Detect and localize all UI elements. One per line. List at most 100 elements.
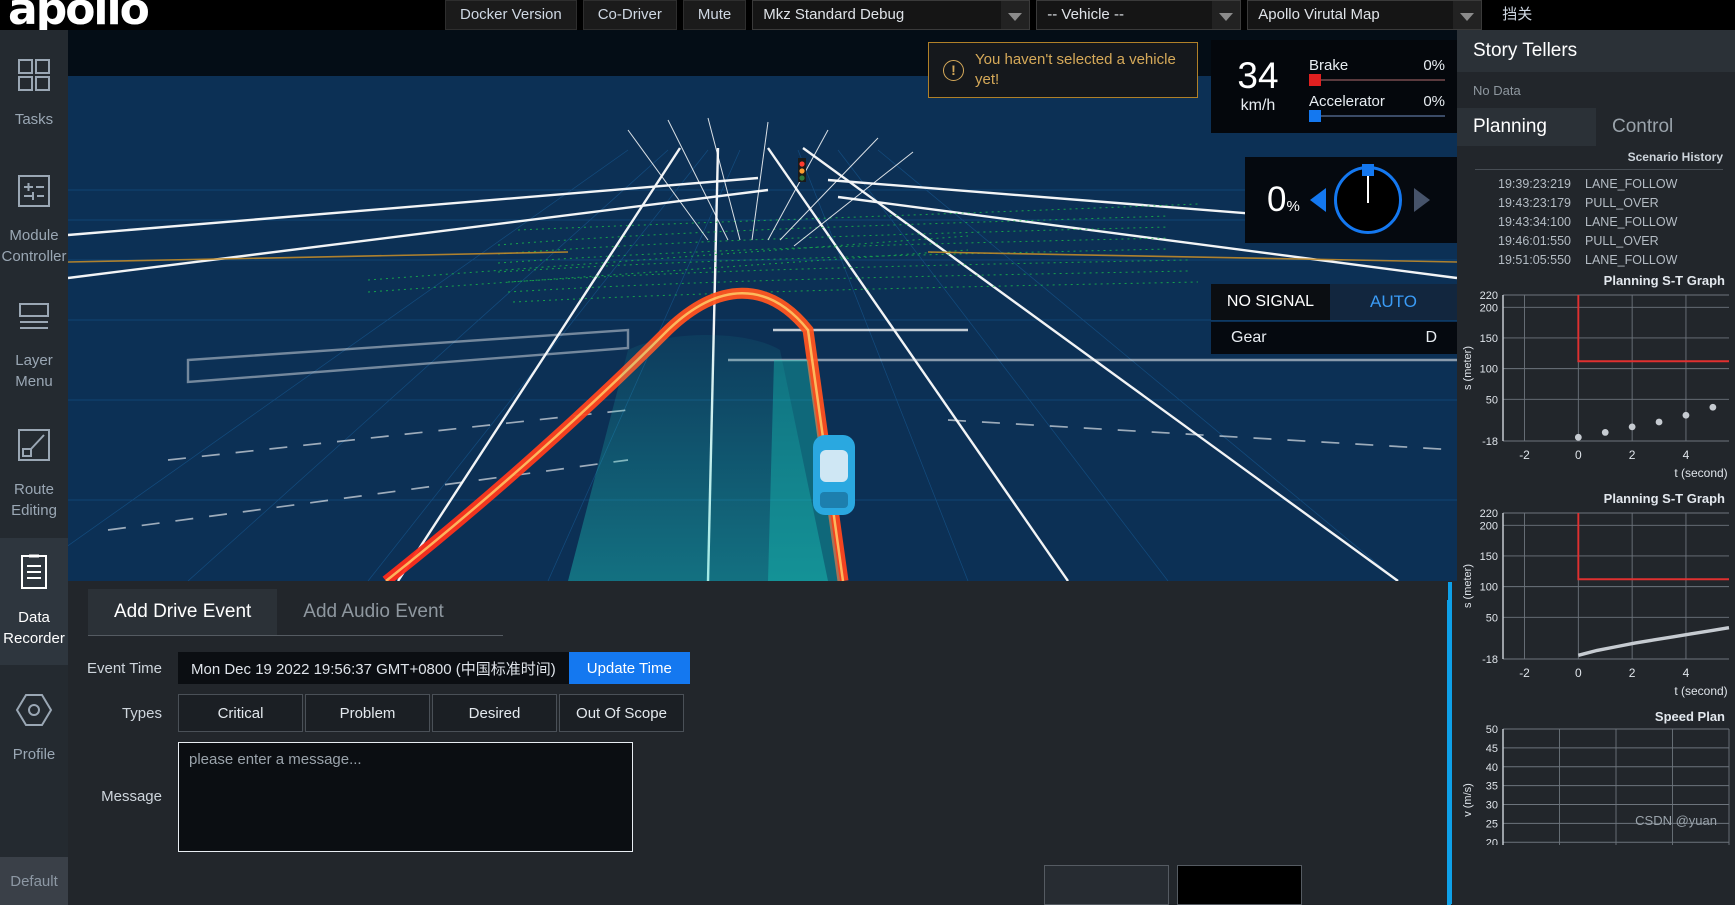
speed-plan-chart[interactable]: Speed Plan 20 25 30 35 40 45 50 v (m/s) CSDN @y…: [1457, 705, 1735, 850]
sidebar-footer-default[interactable]: Default: [0, 857, 68, 905]
svg-text:2: 2: [1629, 666, 1636, 680]
svg-text:4: 4: [1683, 666, 1690, 680]
speed-value: 34: [1237, 55, 1279, 97]
event-tabs: Add Drive Event Add Audio Event: [88, 589, 503, 636]
scenario-time: 19:43:23:179: [1498, 195, 1571, 210]
svg-text:220: 220: [1480, 508, 1498, 520]
svg-text:50: 50: [1486, 724, 1498, 736]
gear-row: Gear D: [1211, 322, 1457, 354]
chart-title: Planning S-T Graph: [1603, 491, 1725, 506]
tab-planning[interactable]: Planning: [1457, 108, 1596, 146]
chart-title: Speed Plan: [1654, 709, 1725, 724]
chart-title: Planning S-T Graph: [1603, 273, 1725, 288]
scenario-name: LANE_FOLLOW: [1585, 176, 1678, 191]
vehicle-select-value: -- Vehicle --: [1047, 6, 1124, 23]
type-option-out-of-scope[interactable]: Out Of Scope: [559, 694, 684, 732]
story-tellers-title: Story Tellers: [1457, 30, 1735, 72]
map-select-value: Apollo Virutal Map: [1258, 6, 1380, 23]
svg-text:-2: -2: [1519, 666, 1530, 680]
svg-text:t (second): t (second): [1674, 466, 1727, 480]
ego-vehicle: [813, 435, 855, 515]
gear-label: Gear: [1231, 329, 1267, 346]
signal-mode-row: NO SIGNAL AUTO: [1211, 284, 1457, 320]
panel-divider-scrollbar[interactable]: [1447, 600, 1451, 905]
scenario-time: 19:39:23:219: [1498, 176, 1571, 191]
pedal-indicators: Brake 0% Accelerator 0%: [1293, 56, 1445, 122]
svg-text:200: 200: [1480, 302, 1498, 314]
co-driver-button[interactable]: Co-Driver: [582, 0, 677, 30]
svg-text:0: 0: [1575, 448, 1582, 462]
scenario-time: 19:46:01:550: [1498, 233, 1571, 248]
tab-add-audio-event[interactable]: Add Audio Event: [277, 589, 470, 635]
data-recorder-panel: Add Drive Event Add Audio Event Event Ti…: [68, 581, 1457, 905]
sidebar-item-tasks[interactable]: Tasks: [0, 30, 68, 157]
accelerator-value: 0%: [1423, 92, 1445, 110]
monitor-tabs: Planning Control: [1457, 108, 1735, 146]
dashboard-panel: 34 km/h Brake 0% Accelerator 0%: [1211, 40, 1457, 133]
chevron-down-icon[interactable]: [1001, 1, 1030, 29]
svg-text:100: 100: [1480, 582, 1498, 594]
vehicle-warning-notification[interactable]: ! You haven't selected a vehicle yet!: [928, 42, 1198, 98]
trailing-label[interactable]: 挡关: [1488, 0, 1546, 30]
chevron-down-icon[interactable]: [1212, 1, 1241, 29]
vehicle-select[interactable]: -- Vehicle --: [1036, 0, 1242, 30]
sidebar-item-label: Data Recorder: [3, 608, 65, 648]
clipboard-icon: [16, 553, 52, 598]
event-time-value[interactable]: Mon Dec 19 2022 19:56:37 GMT+0800 (中国标准时…: [178, 652, 569, 684]
svg-text:25: 25: [1486, 818, 1498, 830]
tab-add-drive-event[interactable]: Add Drive Event: [88, 589, 278, 635]
steering-unit: %: [1286, 198, 1300, 215]
scenario-history-row: 19:51:05:550 LANE_FOLLOW: [1457, 250, 1735, 269]
apollo-dreamview-app: apollo Docker Version Co-Driver Mute Mkz…: [0, 0, 1735, 905]
planning-st-graph-1[interactable]: Planning S-T Graph -18 50 100 150 200 220 -2 0 2…: [1457, 269, 1735, 487]
sliders-icon: [16, 173, 52, 216]
right-panel: Story Tellers No Data Planning Control S…: [1457, 30, 1735, 905]
svg-text:40: 40: [1486, 762, 1498, 774]
primary-action-button[interactable]: [1177, 865, 1302, 905]
svg-text:50: 50: [1486, 394, 1498, 406]
secondary-action-button[interactable]: [1044, 865, 1169, 905]
grid-icon: [16, 57, 52, 100]
speed-unit: km/h: [1240, 96, 1276, 114]
svg-text:-2: -2: [1519, 448, 1530, 462]
message-input[interactable]: please enter a message...: [178, 742, 633, 852]
left-sidebar: Tasks Module Controller Layer Menu Route…: [0, 30, 68, 905]
svg-text:200: 200: [1480, 520, 1498, 532]
notification-text: You haven't selected a vehicle yet!: [975, 50, 1176, 88]
top-bar: apollo Docker Version Co-Driver Mute Mkz…: [0, 0, 1735, 30]
scenario-name: PULL_OVER: [1585, 233, 1659, 248]
mode-select[interactable]: Mkz Standard Debug: [752, 0, 1031, 30]
speedometer: 34 km/h: [1223, 55, 1293, 114]
map-select[interactable]: Apollo Virutal Map: [1247, 0, 1483, 30]
scenario-name: LANE_FOLLOW: [1585, 252, 1678, 267]
sidebar-item-data-recorder[interactable]: Data Recorder: [0, 538, 68, 665]
sidebar-item-profile[interactable]: Profile: [0, 665, 68, 792]
svg-text:2: 2: [1629, 448, 1636, 462]
brake-bar: [1309, 73, 1445, 86]
scenario-time: 19:51:05:550: [1498, 252, 1571, 267]
svg-text:150: 150: [1480, 333, 1498, 345]
tab-control[interactable]: Control: [1596, 108, 1735, 146]
svg-text:0: 0: [1575, 666, 1582, 680]
brake-value: 0%: [1423, 56, 1445, 74]
accelerator-label: Accelerator: [1309, 92, 1385, 110]
sidebar-item-route-editing[interactable]: Route Editing: [0, 411, 68, 538]
type-option-problem[interactable]: Problem: [305, 694, 430, 732]
svg-text:s (meter): s (meter): [1462, 564, 1474, 608]
warning-icon: !: [943, 59, 964, 81]
chevron-down-icon[interactable]: [1453, 1, 1482, 29]
sidebar-item-module-controller[interactable]: Module Controller: [0, 157, 68, 284]
mute-button[interactable]: Mute: [682, 0, 747, 30]
scenario-history-row: 19:39:23:219 LANE_FOLLOW: [1457, 174, 1735, 193]
sidebar-item-label: Profile: [12, 745, 56, 763]
sidebar-item-label: Route Editing: [11, 480, 57, 520]
type-option-critical[interactable]: Critical: [178, 694, 303, 732]
types-label: Types: [121, 704, 162, 722]
type-option-desired[interactable]: Desired: [432, 694, 557, 732]
update-time-button[interactable]: Update Time: [568, 652, 690, 684]
scenario-history-title: Scenario History: [1627, 150, 1723, 164]
planning-st-graph-2[interactable]: Planning S-T Graph -18 50 100 150 200 220 -2 0 2…: [1457, 487, 1735, 705]
scenario-name: LANE_FOLLOW: [1585, 214, 1678, 229]
sidebar-item-layer-menu[interactable]: Layer Menu: [0, 284, 68, 411]
docker-version-button[interactable]: Docker Version: [445, 0, 577, 30]
